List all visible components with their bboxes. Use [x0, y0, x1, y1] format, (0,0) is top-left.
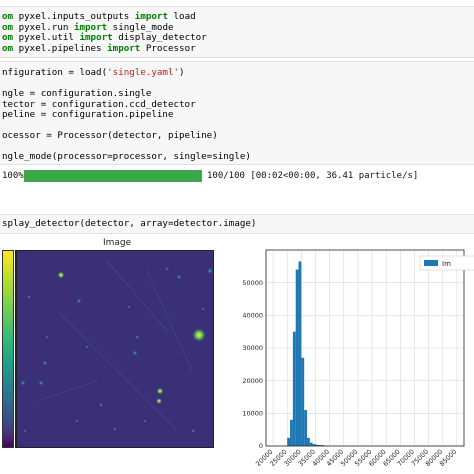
histogram-bar [295, 269, 299, 446]
code-line: splay_detector(detector, array=detector.… [2, 218, 256, 230]
detector-image [16, 250, 214, 448]
y-tick-label: 40000 [242, 312, 263, 320]
histogram-bar [301, 357, 305, 446]
image-noise-bg [17, 251, 213, 447]
code-token: pyxel.util [18, 32, 80, 43]
code-line: ocessor = Processor(detector, pipeline) [2, 130, 218, 142]
code-token: import [73, 21, 108, 33]
code-token: pyxel.run [18, 21, 74, 33]
y-tick-label: 30000 [242, 344, 263, 352]
code-line: om pyxel.pipelines import Processor [2, 43, 196, 55]
histogram-bar [290, 419, 293, 446]
code-token: import [79, 32, 113, 43]
image-title: Image [103, 238, 132, 248]
code-line: ngle_mode(processor=processor, single=si… [2, 151, 251, 163]
code-token: peline = configuration.pipeline [2, 109, 174, 120]
code-token: display_detector [112, 32, 207, 43]
code-token: Processor [140, 42, 196, 54]
code-token: nfiguration = load( [2, 67, 108, 78]
code-token: ngle_mode(processor=processor, single=si… [2, 151, 251, 162]
code-token: load [167, 11, 196, 22]
code-token: om [2, 21, 19, 33]
histogram-bar [304, 410, 308, 446]
histogram-bar [307, 437, 310, 446]
progress-percent: 100% [2, 171, 24, 181]
legend-label: Im [442, 260, 451, 268]
code-token: om [2, 42, 19, 54]
code-token: import [134, 11, 168, 22]
detector-image-svg [17, 251, 213, 447]
y-tick-label: 10000 [242, 410, 263, 418]
legend-swatch [424, 260, 438, 266]
code-token: pyxel.inputs_outputs [18, 11, 135, 22]
code-cell-display[interactable]: splay_detector(detector, array=detector.… [0, 214, 474, 234]
code-token: ngle = configuration.single [2, 88, 152, 99]
y-tick-label: 50000 [242, 279, 263, 287]
code-cell-imports[interactable]: om pyxel.inputs_outputs import load om py… [0, 6, 474, 58]
code-token: om [2, 32, 19, 43]
code-line: peline = configuration.pipeline [2, 109, 173, 121]
progress-status: 100/100 [00:02<00:00, 36.41 particle/s] [207, 171, 419, 181]
histogram-bar [287, 437, 291, 446]
histogram-bar [309, 442, 313, 446]
figure-output: Image 0 10000 20000 30000 40000 50000 20… [0, 236, 474, 474]
code-token: om [2, 11, 19, 22]
progress-bar [24, 170, 202, 182]
progress-bar-fill [24, 170, 202, 182]
histogram-chart: 0100002000030000400005000020000250003000… [242, 249, 474, 468]
histogram-bar [292, 331, 296, 446]
code-token: pyxel.pipelines [18, 42, 108, 54]
code-token: import [107, 42, 141, 54]
code-token: ocessor = Processor(detector, pipeline) [2, 130, 218, 141]
code-line: nfiguration = load('single.yaml') [2, 67, 185, 79]
code-token: tector = configuration.ccd_detector [2, 98, 196, 110]
code-token: ) [179, 67, 185, 78]
code-token: splay_detector(detector, array=detector.… [2, 218, 257, 229]
code-token: single_mode [107, 21, 174, 33]
y-tick-label: 0 [259, 442, 263, 450]
y-tick-label: 20000 [242, 377, 263, 385]
code-cell-configuration[interactable]: nfiguration = load('single.yaml') ngle = … [0, 61, 474, 165]
colorbar [2, 250, 14, 448]
code-token: 'single.yaml' [107, 67, 180, 78]
histogram-bar [298, 261, 302, 446]
